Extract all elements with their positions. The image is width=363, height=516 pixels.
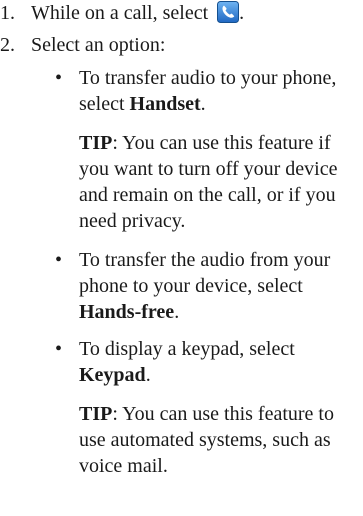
option-hands-free-line3: Hands-free. [79,301,180,323]
tip-keypad: TIP: You can use this feature to use aut… [79,403,334,477]
hands-free-label: Hands-free [79,301,175,323]
handset-label: Handset [129,93,201,115]
keypad-label: Keypad [79,364,146,386]
option-handset: To transfer audio to your phone, select … [79,65,363,117]
option-keypad-line2: Keypad. [79,364,151,386]
step-1-text: While on a call, select [31,2,209,24]
step-2-number: 2. [0,34,15,56]
option-handset-line2: select Handset. [79,93,206,115]
option-keypad: To display a keypad, select Keypad. [79,336,363,388]
tip-label: TIP [79,403,113,425]
phone-handset-icon[interactable] [217,1,240,23]
option-hands-free-line2: phone to your device, select [79,275,303,297]
tip-handset: TIP: You can use this feature if you wan… [79,132,338,232]
tip-label: TIP [79,132,113,154]
step-2-text: Select an option: [31,34,166,56]
step-1-number: 1. [0,2,15,24]
step-1-period: . [239,2,245,24]
option-handset-line1: To transfer audio to your phone, [79,67,337,89]
step-1-text-wrap: While on a call, select . [31,0,244,26]
option-hands-free: To transfer the audio from your phone to… [79,247,363,325]
option-keypad-line1: To display a keypad, select [79,338,295,360]
option-hands-free-line1: To transfer the audio from your [79,249,331,271]
